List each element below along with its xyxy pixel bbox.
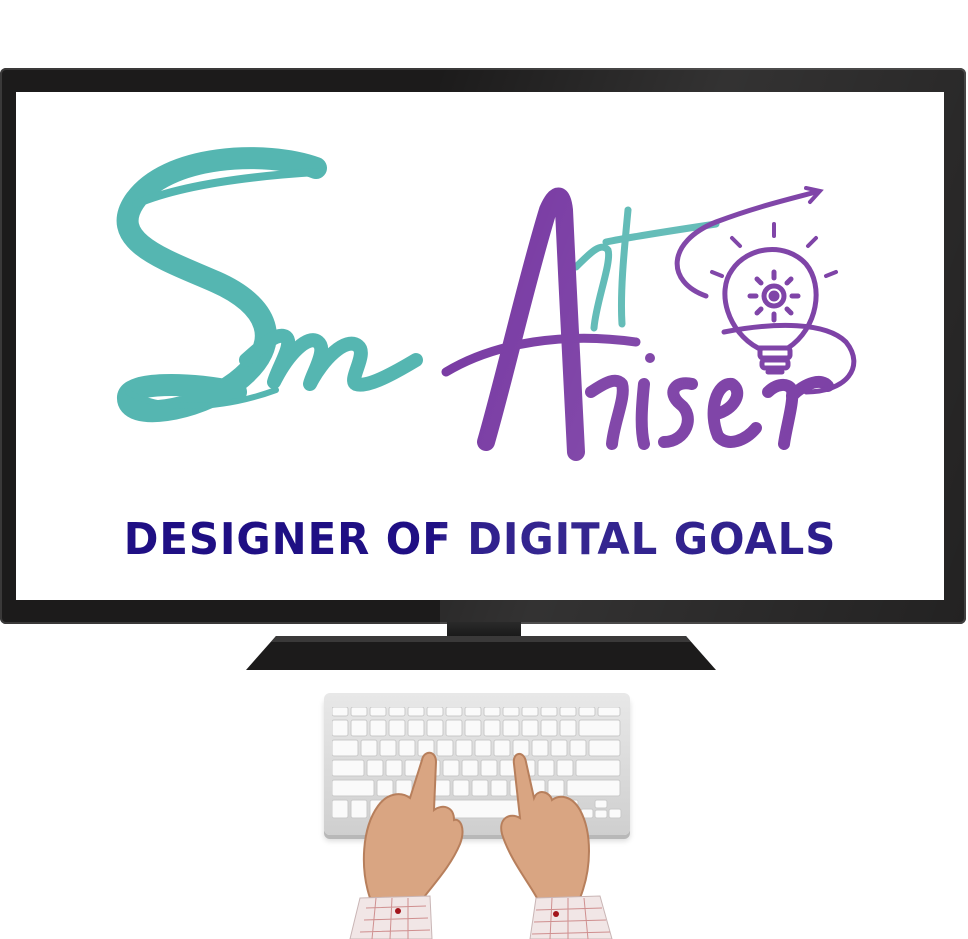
logo-script-a	[441, 187, 641, 461]
logo-artwork	[116, 147, 857, 461]
lightbulb-gear-icon	[710, 222, 838, 375]
monitor: DESIGNER OF DIGITAL GOALS	[0, 68, 966, 624]
monitor-screen: DESIGNER OF DIGITAL GOALS	[16, 92, 944, 600]
left-hand	[349, 751, 464, 939]
monitor-stand-base	[246, 636, 716, 670]
typing-hands	[349, 751, 613, 939]
logo-script-rt	[572, 206, 720, 332]
logo-tagline: DESIGNER OF DIGITAL GOALS	[123, 514, 837, 565]
logo-script-riser	[585, 353, 834, 450]
logo-script-sm	[116, 147, 423, 423]
right-hand	[500, 753, 613, 939]
